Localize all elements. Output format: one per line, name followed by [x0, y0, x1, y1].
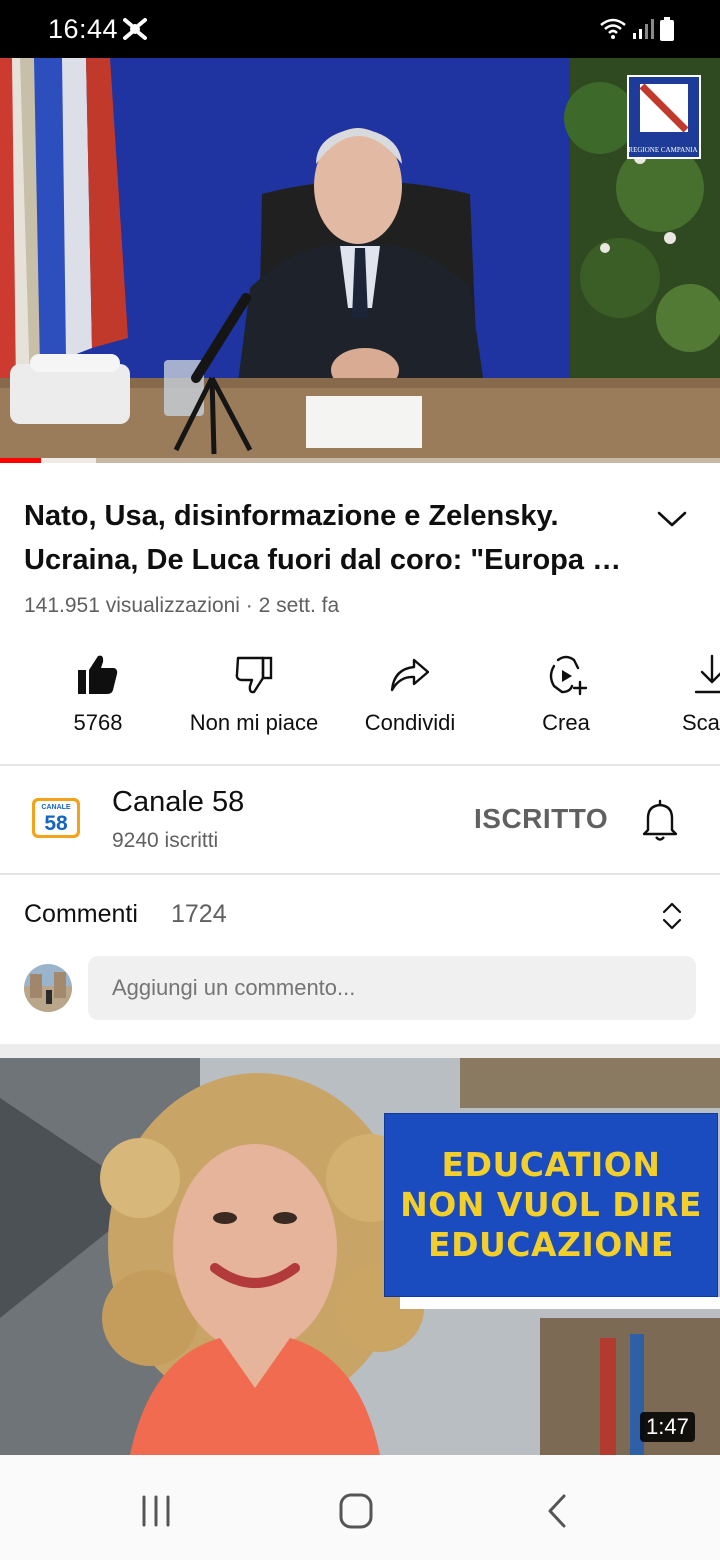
bell-icon[interactable] — [640, 798, 680, 842]
banner-shadow — [400, 1297, 720, 1309]
expand-collapse-icon[interactable] — [658, 898, 686, 934]
chevron-down-icon[interactable] — [650, 500, 694, 536]
action-row: 5768 Non mi piace Condividi Crea Sca — [0, 650, 720, 750]
create-button[interactable]: Crea — [516, 650, 616, 750]
section-separator — [0, 1044, 720, 1058]
share-arrow-icon — [390, 658, 430, 692]
video-title-line-1: Nato, Usa, disinformazione e Zelensky. — [24, 500, 559, 532]
video-title-line-2: Ucraina, De Luca fuori dal coro: "Europa… — [24, 544, 622, 576]
banner-line-3: EDUCAZIONE — [428, 1225, 674, 1264]
like-button[interactable]: 5768 — [38, 650, 158, 750]
video-player[interactable]: REGIONE CAMPANIA — [0, 58, 720, 463]
system-nav-bar — [0, 1455, 720, 1560]
dislike-button[interactable]: Non mi piace — [178, 650, 330, 750]
video-progress-bar[interactable] — [0, 458, 720, 463]
thumbs-up-filled-icon — [78, 655, 118, 694]
home-icon[interactable] — [334, 1491, 378, 1531]
thumbnail-banner: EDUCATION NON VUOL DIRE EDUCAZIONE — [384, 1113, 718, 1297]
channel-logo-number: 58 — [44, 812, 68, 835]
divider — [0, 764, 720, 766]
banner-line-1: EDUCATION — [441, 1145, 661, 1184]
channel-subscriber-count: 9240 iscritti — [112, 829, 219, 852]
video-meta: 141.951 visualizzazioni · 2 sett. fa — [24, 594, 340, 617]
status-time: 16:44 — [48, 14, 119, 44]
status-icons — [600, 17, 674, 41]
like-count: 5768 — [73, 710, 123, 735]
next-video-thumbnail[interactable]: EDUCATION NON VUOL DIRE EDUCAZIONE — [0, 1058, 720, 1455]
create-remix-icon — [549, 655, 588, 696]
comments-title[interactable]: Commenti — [24, 900, 138, 929]
notification-app-icon — [123, 18, 147, 40]
divider — [0, 873, 720, 875]
share-button[interactable]: Condividi — [350, 650, 470, 750]
dislike-label: Non mi piace — [189, 710, 319, 735]
share-label: Condividi — [364, 710, 456, 735]
battery-icon — [660, 17, 674, 41]
progress-played — [0, 458, 42, 463]
comments-count: 1724 — [171, 900, 227, 928]
add-comment-input[interactable] — [88, 956, 696, 1020]
video-duration-badge: 1:47 — [640, 1412, 695, 1442]
channel-logo[interactable]: CANALE 58 — [30, 796, 82, 840]
download-icon — [694, 654, 720, 694]
wifi-icon — [600, 18, 626, 39]
thumbs-down-icon — [235, 656, 273, 694]
channel-name[interactable]: Canale 58 — [112, 786, 244, 819]
signal-icon — [633, 19, 654, 39]
video-title[interactable]: Nato, Usa, disinformazione e Zelensky. U… — [24, 494, 634, 582]
user-avatar — [24, 964, 72, 1012]
create-label: Crea — [542, 710, 590, 735]
status-bar: 16:44 — [0, 0, 720, 58]
download-button[interactable]: Sca — [676, 650, 720, 750]
banner-line-2: NON VUOL DIRE — [400, 1185, 702, 1224]
channel-logo-caption: CANALE — [41, 804, 70, 811]
subscribed-button[interactable]: ISCRITTO — [474, 803, 608, 835]
recent-apps-icon[interactable] — [134, 1491, 178, 1531]
back-icon[interactable] — [536, 1491, 580, 1531]
video-frame: REGIONE CAMPANIA — [0, 58, 720, 463]
user-avatar-image — [24, 964, 72, 1012]
download-label: Sca — [682, 710, 720, 735]
regione-watermark: REGIONE CAMPANIA — [628, 146, 697, 154]
